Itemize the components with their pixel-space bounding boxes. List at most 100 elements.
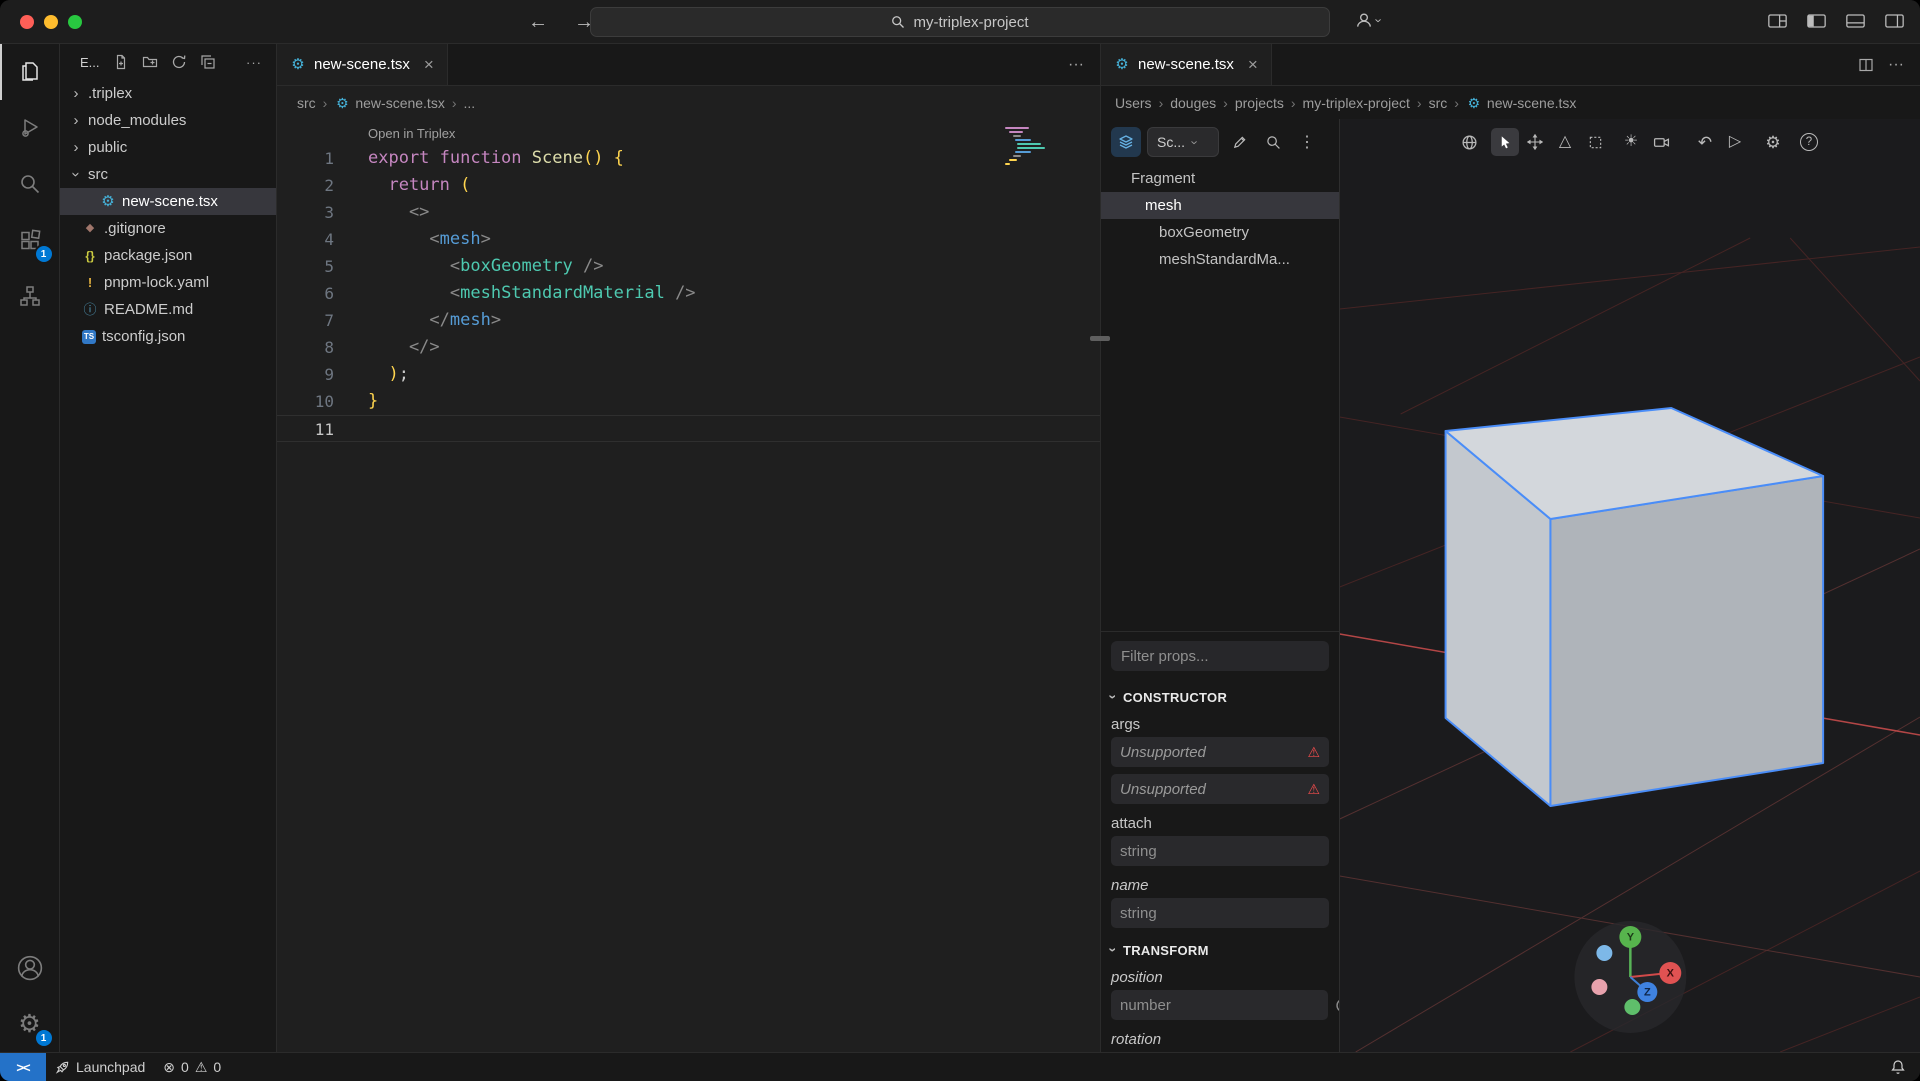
viewport-settings-button[interactable]: ⚙ [1759,128,1787,156]
gizmo-neg-y[interactable] [1624,999,1641,1015]
minimize-window-button[interactable] [44,15,58,29]
orientation-gizmo[interactable]: Y X Z [1574,921,1687,1033]
collapse-all-button[interactable] [200,54,216,70]
close-window-button[interactable] [20,15,34,29]
tab-new-scene[interactable]: ⚙ new-scene.tsx × [277,44,448,85]
help-button[interactable]: ? [1795,128,1823,156]
code-line[interactable]: 8 </> [277,334,1100,361]
file-row-src[interactable]: › src [60,161,276,188]
minimap[interactable] [1005,127,1045,167]
breadcrumb-project[interactable]: my-triplex-project [1303,95,1410,111]
sash-handle[interactable] [1090,336,1110,341]
panel-actions-more[interactable]: ··· [1888,56,1904,74]
activity-explorer[interactable] [0,44,60,100]
file-row-package-json[interactable]: {} package.json [60,242,276,269]
toggle-primary-sidebar-button[interactable] [1807,14,1826,28]
file-row-pnpm-lock[interactable]: ! pnpm-lock.yaml [60,269,276,296]
file-row-new-scene[interactable]: ⚙ new-scene.tsx [60,188,276,215]
activity-settings[interactable]: ⚙ 1 [0,996,60,1052]
new-file-button[interactable] [113,54,129,70]
play-button[interactable]: ▷ [1721,128,1749,156]
toggle-panel-button[interactable] [1846,14,1865,28]
editor-actions-more[interactable]: ··· [1068,56,1084,74]
activity-extensions[interactable]: 1 [0,212,60,268]
file-row-public[interactable]: › public [60,134,276,161]
globe-tool-button[interactable] [1455,128,1483,156]
cube-mesh[interactable] [1444,407,1825,807]
light-tool-button[interactable]: ☀ [1617,128,1645,156]
scene-layers-button[interactable] [1111,127,1141,157]
account-menu[interactable]: › [1354,10,1387,30]
views-more-button[interactable]: ··· [246,55,262,70]
code-line[interactable]: 6 <meshStandardMaterial /> [277,280,1100,307]
edit-code-button[interactable] [1225,128,1253,156]
zoom-window-button[interactable] [68,15,82,29]
select-tool-button[interactable] [1491,128,1519,156]
breadcrumb-douges[interactable]: douges [1170,95,1216,111]
code-line[interactable]: 9 ); [277,361,1100,388]
code-line[interactable]: 4 <mesh> [277,226,1100,253]
command-center-search[interactable]: my-triplex-project [590,7,1330,37]
breadcrumb-file[interactable]: ⚙ new-scene.tsx [334,95,445,111]
code-line[interactable]: 3 <> [277,199,1100,226]
attach-input[interactable] [1120,842,1320,860]
camera-tool-button[interactable] [1647,128,1675,156]
section-transform[interactable]: › TRANSFORM [1105,935,1329,965]
cube-right-face[interactable] [1549,475,1825,807]
scene-node-mesh[interactable]: mesh [1101,192,1339,219]
toggle-secondary-sidebar-button[interactable] [1885,14,1904,28]
move-tool-button[interactable] [1521,128,1549,156]
close-tab-icon[interactable]: × [1242,55,1258,75]
split-editor-icon[interactable] [1858,57,1874,73]
file-row-gitignore[interactable]: ◆ .gitignore [60,215,276,242]
gizmo-neg-x[interactable] [1591,979,1608,995]
more-options-button[interactable]: ⋮ [1293,128,1321,156]
code-line[interactable]: 10} [277,388,1100,415]
bell-icon[interactable] [1890,1059,1906,1075]
scene-node-material[interactable]: meshStandardMa... [1101,246,1339,273]
code-line[interactable]: 1 export function Scene() { [277,145,1100,172]
gizmo-neg-z[interactable] [1596,945,1613,961]
position-input[interactable] [1120,996,1319,1014]
activity-accounts[interactable] [0,940,60,996]
scene-select-dropdown[interactable]: Sc... › [1147,127,1219,157]
remote-indicator[interactable]: >< [0,1053,46,1081]
open-in-triplex-codelens[interactable]: Open in Triplex [277,123,1100,145]
file-row-readme[interactable]: ⓘ README.md [60,296,276,323]
launchpad-status-item[interactable]: Launchpad [46,1053,154,1081]
refresh-button[interactable] [171,54,187,70]
tab-triplex-new-scene[interactable]: ⚙ new-scene.tsx × [1101,44,1272,85]
breadcrumb-symbol[interactable]: ... [464,95,476,111]
rotate-tool-button[interactable]: △ [1551,128,1579,156]
undo-button[interactable]: ↶ [1691,128,1719,156]
breadcrumb-src[interactable]: src [1429,95,1448,111]
breadcrumb-file[interactable]: ⚙ new-scene.tsx [1466,95,1577,111]
code-line[interactable]: 5 <boxGeometry /> [277,253,1100,280]
file-row-node-modules[interactable]: › node_modules [60,107,276,134]
problems-status-item[interactable]: ⊗ 0 ⚠ 0 [154,1053,230,1081]
scene-node-fragment[interactable]: Fragment [1101,165,1339,192]
activity-run-debug[interactable] [0,100,60,156]
code-line[interactable]: 2 return ( [277,172,1100,199]
close-tab-icon[interactable]: × [418,55,434,75]
toggle-switch-icon[interactable] [1336,998,1339,1013]
filter-props-input[interactable] [1111,641,1329,671]
breadcrumb-projects[interactable]: projects [1235,95,1284,111]
search-scene-button[interactable] [1259,128,1287,156]
transform-tool-button[interactable] [1581,128,1609,156]
back-button[interactable]: ← [528,11,548,34]
section-constructor[interactable]: › CONSTRUCTOR [1105,682,1329,712]
breadcrumb-users[interactable]: Users [1115,95,1152,111]
name-input[interactable] [1120,904,1320,922]
file-row-triplex[interactable]: › .triplex [60,80,276,107]
file-row-tsconfig[interactable]: TS tsconfig.json [60,323,276,350]
scene-node-boxgeometry[interactable]: boxGeometry [1101,219,1339,246]
activity-triplex[interactable] [0,268,60,324]
activity-search[interactable] [0,156,60,212]
code-line-active[interactable]: 11 [277,415,1100,442]
code-line[interactable]: 7 </mesh> [277,307,1100,334]
customize-layout-button[interactable] [1768,14,1787,28]
code-editor[interactable]: Open in Triplex 1 export function Scene()… [277,119,1100,442]
new-folder-button[interactable] [142,54,158,70]
breadcrumb-src[interactable]: src [297,95,316,111]
